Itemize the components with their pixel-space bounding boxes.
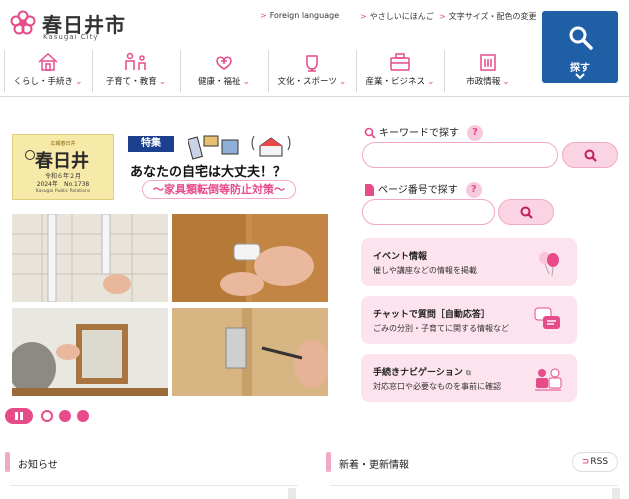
chevron-down-icon: ⌄ (158, 77, 167, 87)
balloon-icon (539, 252, 559, 276)
health-icon (216, 56, 232, 70)
document-icon (365, 184, 374, 196)
card-desc: 対応窓口や必要なものを事前に確認 (373, 382, 501, 391)
search-icon (364, 127, 376, 139)
notices-section-header: お知らせ (5, 452, 305, 474)
banner-headline: あなたの自宅は大丈夫！？ (130, 165, 287, 180)
chat-question-card[interactable]: チャットで質問［自動応答］ ごみの分別・子育てに関する情報など (361, 296, 577, 344)
chat-icon (534, 307, 560, 329)
event-info-card[interactable]: イベント情報 催しや講座などの情報を掲載 (361, 238, 577, 286)
rss-icon: ⊃ (581, 457, 590, 467)
nav-label: くらし・手続き (13, 77, 73, 87)
page-help-icon[interactable]: ? (465, 182, 482, 198)
card-title: チャットで質問［自動応答］ (373, 310, 490, 320)
rss-button[interactable]: ⊃RSS (572, 452, 618, 472)
scrollbar[interactable] (288, 488, 296, 499)
notices-heading: お知らせ (18, 460, 58, 471)
chevron-down-icon: ⌄ (426, 77, 435, 87)
text-size-color-link[interactable]: > 文字サイズ・配色の変更 (439, 11, 536, 22)
nav-label: 子育て・教育 (105, 77, 157, 87)
frame-fixing-photo (12, 308, 168, 396)
card-desc: 催しや講座などの情報を掲載 (373, 266, 477, 275)
koho-magazine-cover: 広報春日井 春日井 令和６年２月 2024年 No.1738 Kasugai P… (12, 134, 114, 200)
chevron-down-icon (575, 73, 585, 80)
section-accent (326, 452, 331, 472)
briefcase-icon (390, 53, 410, 71)
chevron-down-icon: ⌄ (502, 77, 510, 87)
tension-rod-photo (12, 214, 168, 302)
family-icon (125, 52, 146, 70)
divider (330, 485, 618, 486)
banner-photos[interactable] (12, 214, 330, 396)
procedure-navigation-card[interactable]: 手続きナビゲーション ⧉ 対応窓口や必要なものを事前に確認 (361, 354, 577, 402)
nav-label: 産業・ビジネス (365, 77, 425, 87)
koho-en: Kasugai Public Relations (35, 189, 91, 194)
carousel-dot-3[interactable] (77, 410, 89, 422)
chevron-down-icon: ⌄ (338, 77, 347, 87)
foreign-language-link[interactable]: > Foreign language (260, 11, 339, 20)
search-icon (584, 149, 597, 162)
keyword-search-button[interactable] (562, 142, 618, 168)
building-icon (480, 54, 496, 71)
easy-japanese-link[interactable]: > やさしいにほんご (360, 11, 434, 22)
koho-title: 春日井 (35, 151, 89, 172)
global-nav: くらし・手続き ⌄ 子育て・教育 ⌄ 健康・福祉 ⌄ 文化・スポーツ ⌄ 産業・ビジネス… (4, 50, 530, 92)
keyword-help-icon[interactable]: ? (467, 125, 483, 141)
keyword-search-input[interactable] (362, 142, 558, 168)
city-logo[interactable]: 春日井市 Kasugai City (10, 6, 130, 42)
feature-tag: 特集 (128, 136, 174, 152)
chevron-right-icon: > (439, 12, 446, 21)
pause-icon (15, 412, 18, 420)
carousel-controls (5, 408, 115, 424)
divider (10, 485, 298, 486)
nav-item-childcare[interactable]: 子育て・教育 ⌄ (92, 50, 179, 92)
chevron-down-icon: ⌄ (242, 77, 251, 87)
nav-label: 健康・福祉 (197, 77, 241, 87)
house-icon (38, 52, 58, 71)
koho-issue: 2024年 No.1738 (36, 181, 90, 188)
chevron-right-icon: > (360, 12, 367, 21)
nav-label: 文化・スポーツ (277, 77, 337, 87)
flower-emblem-icon (10, 10, 36, 35)
search-icon (569, 26, 593, 50)
search-menu-button[interactable]: 探す (542, 11, 618, 83)
carousel-dot-2[interactable] (59, 410, 71, 422)
pause-button[interactable] (5, 408, 33, 424)
city-seal-icon (25, 150, 35, 160)
updates-section-header: 新着・更新情報 (326, 452, 526, 474)
external-link-icon: ⧉ (465, 369, 471, 377)
updates-heading: 新着・更新情報 (339, 460, 409, 471)
nav-item-culture[interactable]: 文化・スポーツ ⌄ (268, 50, 355, 92)
page-search-label: ページ番号で探す? (364, 181, 482, 198)
scrollbar[interactable] (612, 488, 620, 499)
feature-banner[interactable]: 広報春日井 春日井 令和６年２月 2024年 No.1738 Kasugai P… (10, 128, 330, 210)
cabinet-lock-photo (172, 214, 328, 302)
house-alert-icon (188, 135, 291, 160)
card-title: 手続きナビゲーション ⧉ (373, 368, 471, 378)
culture-icon (306, 55, 318, 72)
chevron-down-icon: ⌄ (74, 77, 83, 87)
bracket-screw-photo (172, 308, 328, 396)
page-search-button[interactable] (498, 199, 554, 225)
nav-item-health[interactable]: 健康・福祉 ⌄ (180, 50, 267, 92)
city-name-en: Kasugai City (43, 33, 99, 41)
chevron-right-icon: > (260, 11, 267, 20)
page-number-input[interactable] (362, 199, 495, 225)
nav-item-business[interactable]: 産業・ビジネス ⌄ (356, 50, 443, 92)
koho-header: 広報春日井 (50, 141, 76, 147)
nav-label: 市政情報 (466, 77, 501, 87)
search-icon (520, 206, 533, 219)
carousel-dot-1[interactable] (41, 410, 53, 422)
card-title: イベント情報 (373, 252, 428, 262)
banner-subheadline: 〜家具類転倒等防止対策〜 (142, 180, 296, 199)
keyword-search-label: キーワードで探す? (364, 124, 483, 141)
nav-item-living[interactable]: くらし・手続き ⌄ (4, 50, 91, 92)
section-accent (5, 452, 10, 472)
navigation-icon (535, 368, 562, 391)
card-desc: ごみの分別・子育てに関する情報など (373, 324, 509, 333)
search-menu-label: 探す (570, 63, 590, 74)
nav-divider (0, 96, 629, 97)
nav-item-city-info[interactable]: 市政情報 ⌄ (444, 50, 531, 92)
